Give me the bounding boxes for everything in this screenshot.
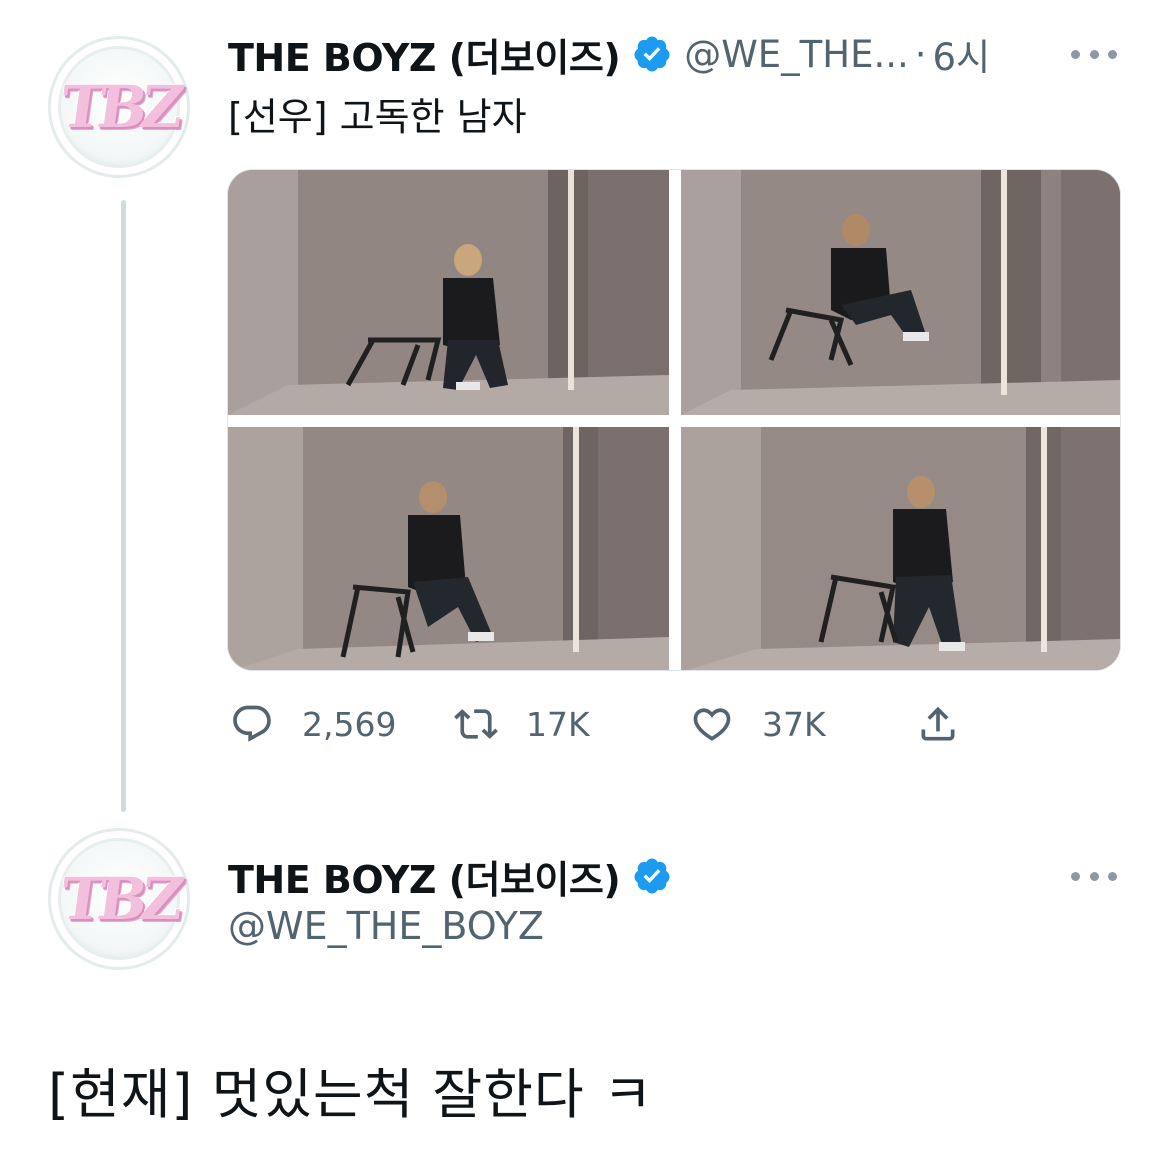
avatar-logo: TBZ [55, 865, 183, 933]
media-grid [227, 169, 1121, 671]
display-name[interactable]: THE BOYZ (더보이즈) [228, 849, 621, 904]
tweet-header: THE BOYZ (더보이즈) @WE_THE... · 6시 [228, 26, 990, 82]
photo-3[interactable] [228, 427, 669, 670]
more-icon[interactable] [1071, 870, 1117, 882]
like-count: 37K [762, 704, 826, 744]
handle[interactable]: @WE_THE_BOYZ [228, 904, 544, 948]
avatar-logo: TBZ [55, 73, 183, 141]
photo-1[interactable] [228, 170, 669, 415]
avatar[interactable]: TBZ [48, 36, 190, 178]
retweet-icon [454, 709, 498, 739]
action-bar: 2,569 17K 37K [228, 696, 988, 752]
more-icon[interactable] [1071, 48, 1117, 60]
tweet-text: [현재] 멋있는척 잘한다 ㅋ [48, 1063, 654, 1126]
avatar[interactable]: TBZ [48, 828, 190, 970]
timestamp[interactable]: 6시 [933, 27, 991, 81]
like-icon [693, 708, 731, 741]
handle[interactable]: @WE_THE... [684, 33, 909, 76]
reply-button[interactable]: 2,569 [230, 696, 396, 752]
retweet-button[interactable]: 17K [454, 696, 590, 752]
reply-icon [233, 705, 271, 742]
retweet-count: 17K [526, 704, 590, 744]
verified-badge-icon [634, 36, 670, 72]
like-button[interactable]: 37K [690, 696, 826, 752]
verified-badge-icon [634, 858, 670, 894]
tweet-header: THE BOYZ (더보이즈) [228, 848, 672, 904]
reply-count: 2,569 [302, 704, 397, 744]
separator-dot: · [914, 32, 927, 76]
share-button[interactable] [916, 696, 988, 752]
tweet-text: [선우] 고독한 남자 [228, 95, 527, 139]
photo-2[interactable] [681, 170, 1120, 415]
share-icon [921, 706, 955, 741]
photo-4[interactable] [681, 427, 1120, 670]
thread-line [121, 200, 126, 812]
display-name[interactable]: THE BOYZ (더보이즈) [228, 27, 621, 82]
